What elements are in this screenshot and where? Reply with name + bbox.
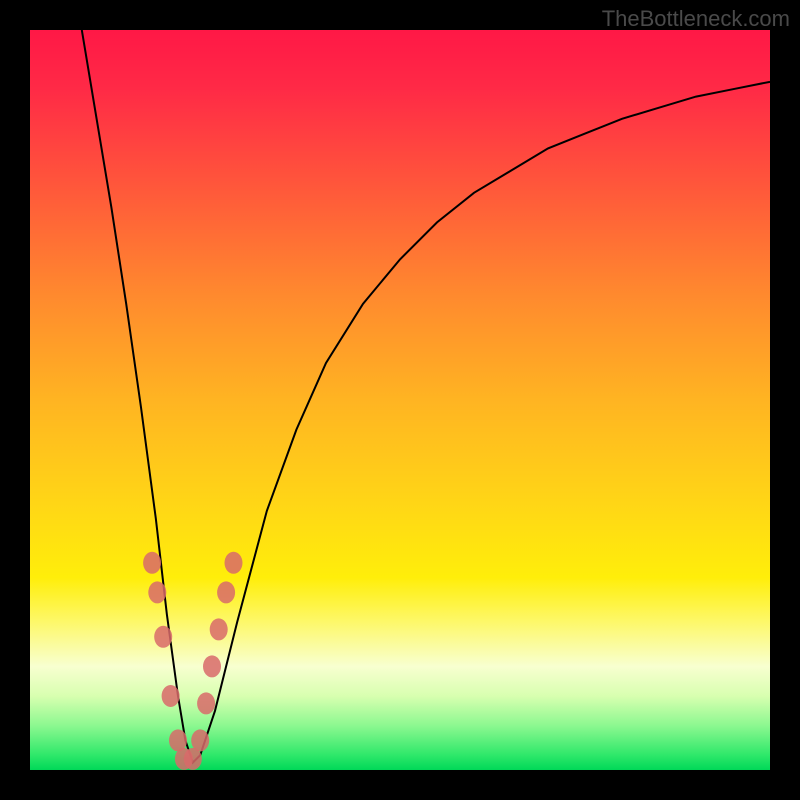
chart-container: TheBottleneck.com [0, 0, 800, 800]
watermark-text: TheBottleneck.com [602, 6, 790, 32]
curve-marker [154, 626, 172, 648]
curve-marker [197, 692, 215, 714]
bottleneck-curve [82, 30, 770, 763]
curve-marker [162, 685, 180, 707]
plot-area [30, 30, 770, 770]
curve-marker [143, 552, 161, 574]
curve-marker [148, 581, 166, 603]
curve-marker [203, 655, 221, 677]
curve-marker [191, 729, 209, 751]
curve-svg [30, 30, 770, 770]
curve-marker [217, 581, 235, 603]
curve-marker [225, 552, 243, 574]
curve-marker [210, 618, 228, 640]
